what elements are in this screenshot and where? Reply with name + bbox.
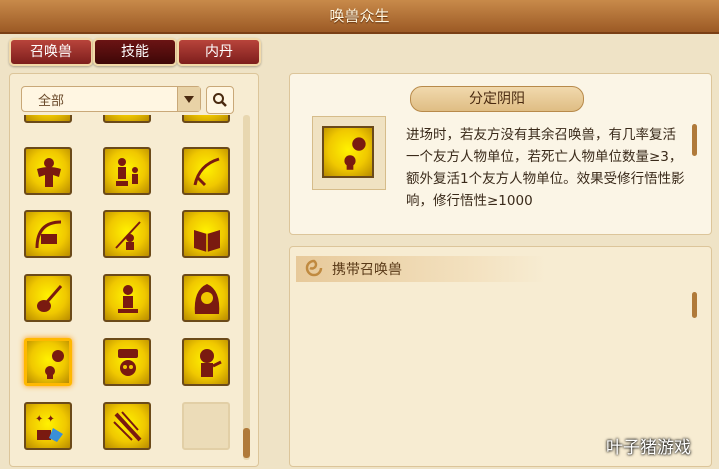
skill-list-scrollbar[interactable] — [243, 115, 250, 460]
tab-inner-pill[interactable]: 内丹 — [177, 38, 261, 66]
skill-list-scroll-thumb[interactable] — [243, 428, 250, 458]
search-icon — [213, 93, 227, 107]
skill-guitar-icon[interactable] — [20, 270, 76, 326]
skill-moon-skull-icon — [322, 126, 374, 178]
window-title: 唤兽众生 — [329, 7, 390, 25]
skill-slot[interactable] — [20, 115, 76, 127]
description-scrollbar[interactable] — [692, 124, 697, 156]
tab-skills[interactable]: 技能 — [93, 38, 177, 66]
carry-title: 携带召唤兽 — [332, 262, 402, 278]
dropdown-arrow-icon[interactable] — [177, 87, 200, 111]
skill-book-icon[interactable] — [178, 206, 234, 262]
empty-slot[interactable] — [178, 398, 234, 454]
svg-text:✦ ✦: ✦ ✦ — [35, 414, 55, 425]
skill-scroll-bow-icon[interactable] — [20, 206, 76, 262]
skill-coffin-skull-icon[interactable] — [99, 334, 155, 390]
skill-zombie-icon[interactable] — [178, 334, 234, 390]
skill-description: 进场时，若友方没有其余召唤兽，有几率复活一个友方人物单位，若死亡人物单位数量≥3… — [406, 127, 685, 209]
search-button[interactable] — [206, 86, 234, 114]
watermark: 叶子猪游戏 — [606, 438, 691, 458]
skill-sparkle-gem-icon[interactable]: ✦ ✦ — [20, 398, 76, 454]
skill-blades-icon[interactable] — [99, 398, 155, 454]
skill-figures-icon[interactable] — [99, 143, 155, 199]
skill-grid: ✦ ✦ — [14, 115, 236, 465]
skill-fishing-icon[interactable] — [99, 206, 155, 262]
skill-slot[interactable] — [178, 115, 234, 127]
skill-slot[interactable] — [99, 115, 155, 127]
carry-scrollbar[interactable] — [692, 292, 697, 318]
category-selected: 全部 — [38, 94, 65, 109]
skill-moon-skull-icon[interactable] — [20, 334, 76, 390]
skill-muscle-icon[interactable] — [20, 143, 76, 199]
skill-whip-icon[interactable] — [178, 143, 234, 199]
skill-figure-icon[interactable] — [99, 270, 155, 326]
tab-summon[interactable]: 召唤兽 — [9, 38, 93, 66]
skill-name: 分定阴阳 — [410, 86, 584, 112]
swirl-icon — [305, 259, 323, 277]
category-dropdown[interactable]: 全部 — [21, 86, 201, 112]
skill-hooded-icon[interactable] — [178, 270, 234, 326]
